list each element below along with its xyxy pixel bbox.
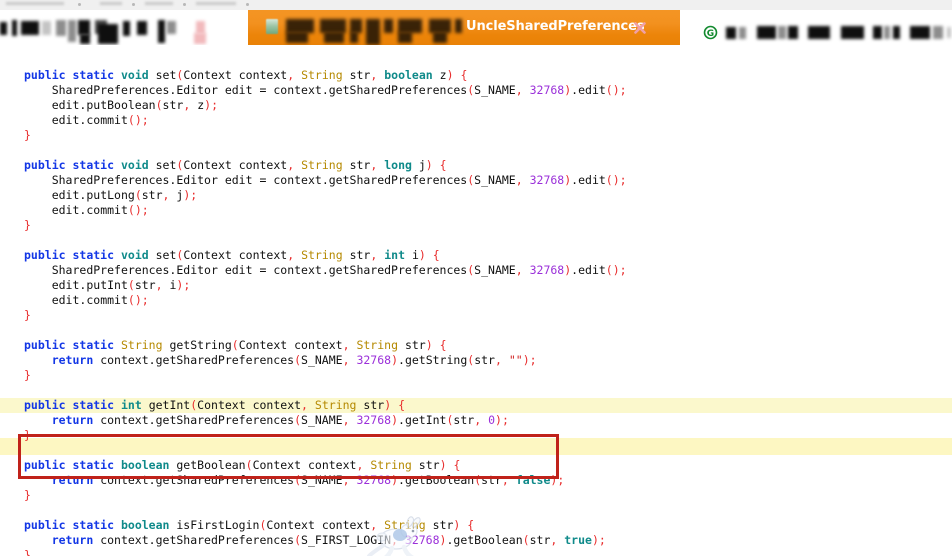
- tab-title-redacted: [433, 32, 447, 43]
- tab-title-redacted: [324, 32, 344, 43]
- code-line[interactable]: }: [0, 218, 952, 233]
- tab-inactive-redacted[interactable]: [68, 20, 76, 42]
- browser-chrome: G UncleSharedPreferences: [0, 0, 952, 45]
- code-line[interactable]: }: [0, 368, 952, 383]
- code-line-blank[interactable]: [0, 143, 952, 158]
- code-line[interactable]: return context.getSharedPreferences(S_NA…: [0, 473, 952, 488]
- redacted-block: [100, 2, 122, 5]
- toolbar-redacted[interactable]: [893, 26, 900, 39]
- toolbar-redacted[interactable]: [739, 27, 746, 39]
- code-line-blank[interactable]: [0, 503, 952, 518]
- code-line[interactable]: public static String getString(Context c…: [0, 338, 952, 353]
- code-line[interactable]: public static void set(Context context, …: [0, 158, 952, 173]
- code-line-blank[interactable]: [0, 383, 952, 398]
- code-line[interactable]: }: [0, 308, 952, 323]
- toolbar-redacted[interactable]: [947, 27, 951, 38]
- tab-title-redacted: [286, 19, 314, 33]
- tab-title-redacted: [398, 19, 422, 33]
- toolbar-redacted[interactable]: [808, 26, 830, 39]
- close-icon[interactable]: [632, 20, 648, 36]
- toolbar-redacted[interactable]: [757, 26, 776, 39]
- tab-inactive-redacted[interactable]: [0, 22, 7, 35]
- tab-inactive-redacted[interactable]: [194, 33, 206, 44]
- toolbar-redacted[interactable]: [910, 26, 930, 39]
- toolbar-redacted[interactable]: [778, 26, 786, 39]
- tab-inactive-redacted[interactable]: [21, 21, 39, 35]
- tab-title-redacted: [398, 32, 412, 43]
- tab-title-redacted: [366, 19, 380, 45]
- tab-title-redacted: [350, 19, 362, 33]
- redacted-dot: [78, 3, 81, 6]
- tab-inactive-redacted[interactable]: [123, 21, 130, 36]
- code-line[interactable]: edit.commit();: [0, 113, 952, 128]
- tab-inactive-redacted[interactable]: [158, 20, 165, 43]
- tab-favicon-icon: [266, 19, 278, 34]
- toolbar-redacted[interactable]: [933, 26, 943, 39]
- code-line[interactable]: edit.putInt(str, i);: [0, 278, 952, 293]
- tab-inactive-redacted[interactable]: [12, 20, 17, 36]
- tab-title-redacted: [429, 19, 451, 33]
- code-line[interactable]: }: [0, 428, 952, 443]
- code-line[interactable]: return context.getSharedPreferences(S_NA…: [0, 353, 952, 368]
- tab-unclesharedpreferences[interactable]: UncleSharedPreferences: [248, 10, 680, 45]
- tab-inactive-redacted[interactable]: [80, 34, 90, 44]
- toolbar-redacted[interactable]: [884, 26, 890, 39]
- tab-inactive-redacted[interactable]: [56, 20, 66, 36]
- code-line[interactable]: SharedPreferences.Editor edit = context.…: [0, 263, 952, 278]
- code-line[interactable]: public static void set(Context context, …: [0, 68, 952, 83]
- code-line-blank[interactable]: [0, 443, 952, 458]
- tab-title-redacted: [384, 19, 393, 33]
- tab-inactive-redacted[interactable]: [78, 20, 90, 35]
- code-line-blank[interactable]: [0, 323, 952, 338]
- tab-title-redacted: [286, 32, 308, 43]
- code-line[interactable]: public static void set(Context context, …: [0, 248, 952, 263]
- code-line[interactable]: return context.getSharedPreferences(S_FI…: [0, 533, 952, 548]
- code-line[interactable]: public static boolean getBoolean(Context…: [0, 458, 952, 473]
- toolbar-redacted[interactable]: [873, 26, 882, 39]
- tab-title: UncleSharedPreferences: [466, 19, 645, 34]
- green-g-circle-icon[interactable]: G: [703, 25, 718, 40]
- tab-inactive-redacted[interactable]: [98, 24, 118, 44]
- toolbar-redacted[interactable]: [726, 27, 736, 39]
- tab-title-redacted: [350, 32, 358, 43]
- redacted-block: [196, 2, 236, 5]
- code-line[interactable]: }: [0, 488, 952, 503]
- code-line[interactable]: edit.commit();: [0, 203, 952, 218]
- redacted-dot: [183, 3, 186, 6]
- tab-title-redacted: [455, 19, 462, 33]
- code-line[interactable]: SharedPreferences.Editor edit = context.…: [0, 173, 952, 188]
- redacted-block: [6, 2, 64, 5]
- tab-inactive-redacted[interactable]: [42, 21, 51, 35]
- code-content[interactable]: public static void set(Context context, …: [0, 53, 952, 556]
- tab-inactive-redacted[interactable]: [167, 21, 176, 34]
- svg-text:G: G: [707, 29, 714, 39]
- code-line[interactable]: }: [0, 128, 952, 143]
- tab-title-redacted: [320, 19, 346, 33]
- code-line[interactable]: return context.getSharedPreferences(S_NA…: [0, 413, 952, 428]
- code-line[interactable]: edit.commit();: [0, 293, 952, 308]
- code-editor[interactable]: public static void set(Context context, …: [0, 45, 952, 556]
- toolbar-redacted[interactable]: [788, 26, 798, 39]
- tab-inactive-redacted[interactable]: [137, 21, 147, 35]
- code-line[interactable]: edit.putBoolean(str, z);: [0, 98, 952, 113]
- redacted-dot: [246, 3, 249, 6]
- code-line[interactable]: public static boolean isFirstLogin(Conte…: [0, 518, 952, 533]
- code-line[interactable]: edit.putLong(str, j);: [0, 188, 952, 203]
- toolbar-redacted[interactable]: [841, 26, 864, 39]
- redacted-dot: [132, 3, 135, 6]
- redacted-block: [145, 2, 173, 5]
- code-line[interactable]: SharedPreferences.Editor edit = context.…: [0, 83, 952, 98]
- code-line-highlighted[interactable]: public static int getInt(Context context…: [0, 398, 952, 413]
- code-line[interactable]: }: [0, 548, 952, 556]
- code-line-blank[interactable]: [0, 233, 952, 248]
- code-line-blank[interactable]: [0, 53, 952, 68]
